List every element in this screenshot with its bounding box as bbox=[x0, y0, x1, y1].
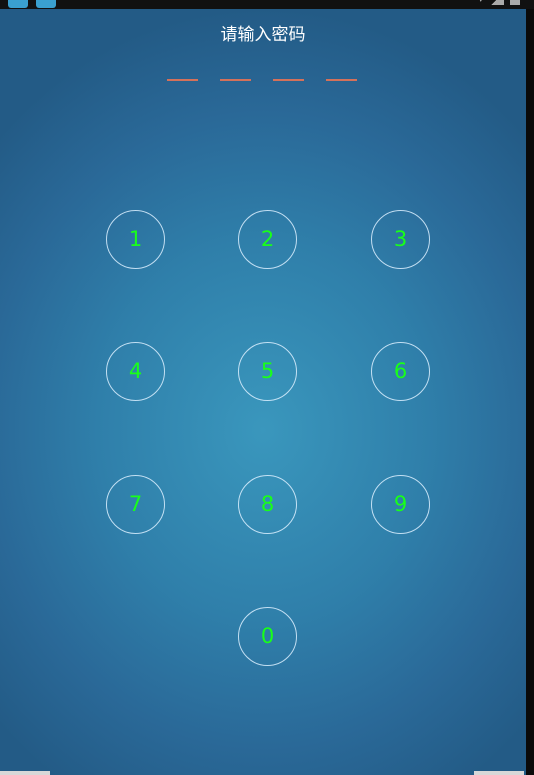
signal-icon bbox=[490, 0, 504, 5]
key-0[interactable]: 0 bbox=[238, 607, 297, 666]
key-6[interactable]: 6 bbox=[371, 342, 430, 401]
key-1[interactable]: 1 bbox=[106, 210, 165, 269]
key-4[interactable]: 4 bbox=[106, 342, 165, 401]
key-2[interactable]: 2 bbox=[238, 210, 297, 269]
status-icons: ▾ bbox=[477, 0, 520, 7]
app-icon bbox=[8, 0, 28, 8]
key-7[interactable]: 7 bbox=[106, 475, 165, 534]
status-bar: ▾ bbox=[0, 0, 534, 9]
bottom-bar-right bbox=[474, 771, 524, 775]
lock-screen: 请输入密码 1 2 3 4 5 6 7 8 9 0 bbox=[0, 9, 526, 775]
pin-dash bbox=[220, 79, 251, 81]
bottom-bar-left bbox=[0, 771, 50, 775]
pin-indicator bbox=[167, 79, 367, 83]
key-5[interactable]: 5 bbox=[238, 342, 297, 401]
screen-edge bbox=[526, 9, 534, 775]
key-3[interactable]: 3 bbox=[371, 210, 430, 269]
pin-dash bbox=[326, 79, 357, 81]
key-9[interactable]: 9 bbox=[371, 475, 430, 534]
screen: ▾ 请输入密码 1 2 3 4 5 6 7 8 9 0 bbox=[0, 0, 534, 775]
key-8[interactable]: 8 bbox=[238, 475, 297, 534]
pin-dash bbox=[167, 79, 198, 81]
page-title: 请输入密码 bbox=[220, 25, 306, 45]
battery-icon bbox=[510, 0, 520, 5]
wifi-icon: ▾ bbox=[477, 0, 484, 7]
app-icon bbox=[36, 0, 56, 8]
pin-dash bbox=[273, 79, 304, 81]
